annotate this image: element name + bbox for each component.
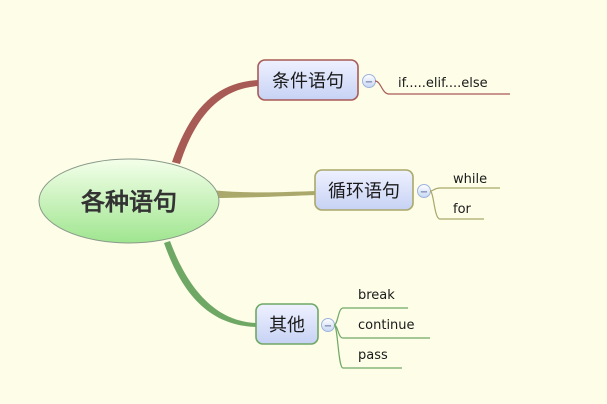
branch-label-1: 条件语句	[272, 71, 344, 92]
branch-label-3: 其他	[269, 315, 305, 336]
mind-map: 各种语句 条件语句 − if.....elif....else 循环语句 − w…	[38, 59, 510, 369]
branch-label-2: 循环语句	[328, 181, 400, 202]
branch-node-3[interactable]: 其他	[255, 303, 319, 345]
collapse-toggle-1[interactable]: −	[362, 74, 376, 89]
branch-node-2[interactable]: 循环语句	[314, 169, 414, 211]
child-label-2-1[interactable]: while	[453, 172, 487, 187]
root-label: 各种语句	[80, 188, 177, 216]
collapse-icon-1: −	[365, 77, 373, 88]
child-connector-2-1	[429, 187, 500, 192]
child-label-3-3[interactable]: pass	[358, 348, 388, 363]
collapse-icon-2: −	[420, 187, 428, 198]
branch-node-1[interactable]: 条件语句	[257, 59, 359, 101]
child-label-3-1[interactable]: break	[358, 288, 395, 303]
root-node[interactable]: 各种语句	[38, 158, 220, 244]
child-label-1-1[interactable]: if.....elif....else	[398, 76, 488, 91]
collapse-icon-3: −	[324, 321, 332, 332]
collapse-toggle-3[interactable]: −	[321, 318, 335, 333]
child-label-2-2[interactable]: for	[453, 202, 472, 217]
connector-root-branch-3	[164, 241, 257, 327]
connector-root-branch-1	[172, 80, 259, 164]
collapse-toggle-2[interactable]: −	[417, 184, 431, 199]
child-label-3-2[interactable]: continue	[358, 318, 415, 333]
connector-root-branch-2	[210, 190, 316, 198]
